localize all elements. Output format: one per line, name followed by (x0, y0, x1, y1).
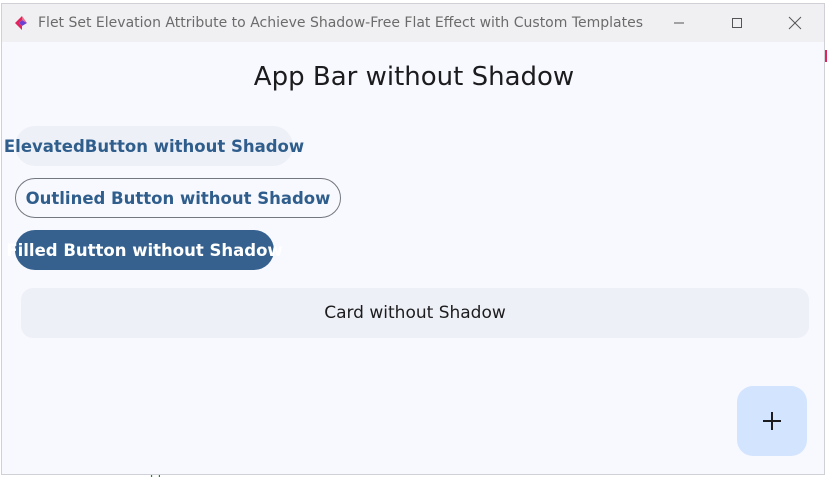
minimize-icon (674, 22, 684, 24)
page-content: App Bar without Shadow ElevatedButton wi… (2, 42, 824, 474)
filled-button[interactable]: Filled Button without Shadow (6, 230, 283, 270)
maximize-icon (732, 18, 742, 28)
card-label: Card without Shadow (324, 303, 506, 323)
minimize-button[interactable] (656, 4, 702, 42)
close-button[interactable] (772, 4, 818, 42)
plus-icon (763, 412, 781, 430)
flat-card: Card without Shadow (21, 288, 809, 338)
close-icon (788, 16, 802, 30)
appbar-title: App Bar without Shadow (253, 62, 575, 92)
app-window: Flet Set Elevation Attribute to Achieve … (1, 3, 825, 475)
elevated-button[interactable]: ElevatedButton without Shadow (4, 126, 304, 166)
window-title: Flet Set Elevation Attribute to Achieve … (38, 15, 644, 31)
add-fab-button[interactable] (737, 386, 807, 456)
flet-logo-icon (15, 16, 27, 30)
title-bar[interactable]: Flet Set Elevation Attribute to Achieve … (2, 4, 824, 42)
maximize-button[interactable] (714, 4, 760, 42)
outlined-button[interactable]: Outlined Button without Shadow (15, 178, 341, 218)
